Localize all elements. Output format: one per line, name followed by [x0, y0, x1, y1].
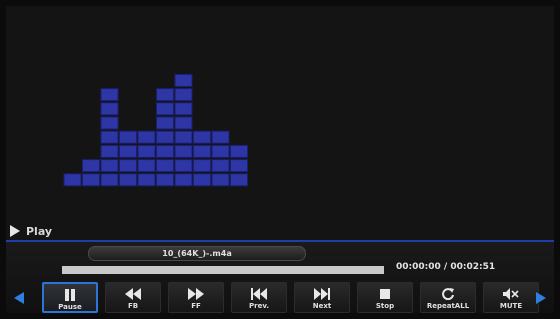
spectrum-block	[174, 73, 193, 87]
next-button[interactable]: Next	[294, 282, 350, 313]
spectrum-block	[63, 173, 82, 187]
spectrum-block	[211, 144, 230, 158]
spectrum-block	[174, 88, 193, 102]
spectrum-block	[156, 159, 174, 173]
prev-button-label: Prev.	[249, 302, 269, 310]
progress-bar-fill	[62, 266, 384, 274]
next-track-icon	[312, 287, 332, 300]
spectrum-block	[211, 173, 230, 187]
repeat-all-icon	[438, 287, 458, 300]
spectrum-block	[230, 159, 248, 173]
prev-button[interactable]: Prev.	[231, 282, 287, 313]
fb-button-label: FB	[127, 302, 139, 310]
spectrum-block	[119, 130, 137, 144]
ff-button-label: FF	[191, 302, 201, 310]
repeat-button-label: RepeatALL	[426, 302, 470, 310]
spectrum-block	[156, 88, 174, 102]
spectrum-block	[211, 159, 230, 173]
spectrum-block	[156, 102, 174, 116]
spectrum-block	[137, 159, 156, 173]
spectrum-block	[193, 144, 211, 158]
stop-button[interactable]: Stop	[357, 282, 413, 313]
fast-backward-icon	[123, 287, 143, 300]
spectrum-block	[137, 173, 156, 187]
time-readout: 00:00:00 / 00:02:51	[396, 262, 496, 272]
spectrum-block	[156, 173, 174, 187]
pause-button-label: Pause	[58, 303, 82, 311]
mute-button[interactable]: MUTE	[483, 282, 539, 313]
spectrum-block	[156, 116, 174, 130]
ff-button[interactable]: FF	[168, 282, 224, 313]
stop-icon	[375, 287, 395, 300]
scroll-left-arrow-icon[interactable]	[14, 292, 24, 304]
mute-icon	[501, 287, 521, 300]
spectrum-block	[82, 159, 100, 173]
pause-icon	[60, 288, 80, 301]
play-status-icon	[10, 225, 20, 237]
spectrum-block	[137, 130, 156, 144]
spectrum-block	[174, 159, 193, 173]
spectrum-block	[156, 130, 174, 144]
spectrum-block	[174, 144, 193, 158]
spectrum-block	[230, 144, 248, 158]
control-buttons-row: Pause FB FF Prev. Next Stop RepeatALL MUTE	[14, 282, 546, 313]
spectrum-block	[174, 173, 193, 187]
spectrum-block	[119, 159, 137, 173]
fb-button[interactable]: FB	[105, 282, 161, 313]
spectrum-block	[174, 130, 193, 144]
spectrum-block	[119, 144, 137, 158]
stop-button-label: Stop	[375, 302, 395, 310]
spectrum-block	[137, 144, 156, 158]
spectrum-block	[193, 173, 211, 187]
playback-status-label: Play	[26, 224, 53, 238]
next-button-label: Next	[312, 302, 332, 310]
pause-button[interactable]: Pause	[42, 282, 98, 313]
spectrum-block	[100, 130, 119, 144]
playback-status: Play	[10, 222, 52, 240]
spectrum-block	[156, 144, 174, 158]
progress-bar[interactable]	[62, 266, 384, 274]
spectrum-block	[100, 116, 119, 130]
spectrum-block	[230, 173, 248, 187]
spectrum-block	[100, 173, 119, 187]
spectrum-block	[100, 159, 119, 173]
repeat-button[interactable]: RepeatALL	[420, 282, 476, 313]
spectrum-block	[100, 88, 119, 102]
scroll-right-arrow-icon[interactable]	[536, 292, 546, 304]
audio-spectrum-visualizer	[63, 73, 248, 187]
spectrum-block	[82, 173, 100, 187]
spectrum-block	[193, 130, 211, 144]
media-player-screen: Play 10_(64K_)-.m4a 00:00:00 / 00:02:51 …	[6, 6, 554, 313]
mute-button-label: MUTE	[499, 302, 523, 310]
spectrum-block	[119, 173, 137, 187]
spectrum-block	[100, 102, 119, 116]
spectrum-block	[211, 130, 230, 144]
spectrum-block	[100, 144, 119, 158]
previous-track-icon	[249, 287, 269, 300]
spectrum-block	[193, 159, 211, 173]
spectrum-block	[174, 116, 193, 130]
filename-display: 10_(64K_)-.m4a	[88, 246, 306, 261]
spectrum-block	[174, 102, 193, 116]
control-panel: 10_(64K_)-.m4a 00:00:00 / 00:02:51 Pause…	[6, 242, 554, 313]
fast-forward-icon	[186, 287, 206, 300]
